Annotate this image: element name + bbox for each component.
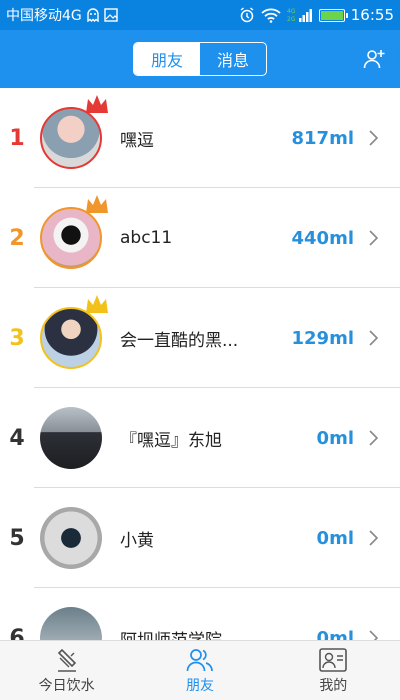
- water-amount: 440ml: [291, 227, 355, 249]
- nav-mine[interactable]: 我的: [267, 641, 400, 700]
- chevron-right-icon[interactable]: [368, 430, 378, 446]
- network-badge-top: 4G: [287, 8, 296, 15]
- chevron-right-icon[interactable]: [368, 530, 378, 546]
- water-amount: 817ml: [291, 127, 355, 149]
- chevron-right-icon[interactable]: [368, 230, 378, 246]
- friends-icon: [186, 647, 214, 673]
- rank-number: 1: [9, 125, 25, 151]
- nav-label-today-drink: 今日饮水: [38, 677, 95, 694]
- rank-number: 4: [9, 425, 25, 451]
- crown-icon: [86, 195, 108, 213]
- nav-label-friends: 朋友: [185, 677, 214, 694]
- signal-icon: 4G 2G: [287, 7, 313, 23]
- status-bar: 中国移动4G 4G 2G 16:55: [0, 0, 400, 30]
- friend-name: 『嘿逗』东旭: [120, 430, 222, 451]
- avatar[interactable]: [40, 507, 102, 569]
- clock: 16:55: [350, 6, 394, 24]
- ranking-row[interactable]: 1 嘿逗 817ml: [0, 88, 400, 188]
- segmented-control: 朋友 消息: [133, 42, 267, 76]
- carrier-label: 中国移动4G: [6, 8, 82, 24]
- profile-card-icon: [319, 647, 348, 673]
- crown-icon: [86, 95, 108, 113]
- avatar-wrap: [40, 95, 108, 169]
- chevron-right-icon[interactable]: [368, 330, 378, 346]
- ranking-list: 1 嘿逗 817ml 2 abc11 440ml 3 会一直酷的黑... 129ml 4 『嘿逗』东…: [0, 88, 400, 688]
- wifi-icon: [261, 8, 281, 23]
- rank-number: 5: [9, 525, 25, 551]
- battery-icon: [318, 8, 348, 22]
- tab-friends[interactable]: 朋友: [134, 43, 200, 75]
- bottom-nav: 今日饮水 朋友 我的: [0, 640, 400, 700]
- status-left: 中国移动4G: [6, 5, 118, 25]
- avatar-wrap: [40, 407, 102, 469]
- water-amount: 0ml: [316, 427, 354, 449]
- status-right: 4G 2G 16:55: [239, 6, 394, 24]
- avatar[interactable]: [40, 307, 102, 369]
- crown-icon: [86, 295, 108, 313]
- alarm-icon: [239, 7, 255, 23]
- water-amount: 0ml: [316, 527, 354, 549]
- friend-name: 小黄: [120, 530, 154, 551]
- avatar[interactable]: [40, 107, 102, 169]
- avatar-wrap: [40, 295, 108, 369]
- chevron-right-icon[interactable]: [368, 130, 378, 146]
- friend-name: 会一直酷的黑...: [120, 330, 239, 351]
- nav-label-mine: 我的: [319, 677, 348, 694]
- rank-number: 2: [9, 225, 25, 251]
- friend-name: abc11: [120, 228, 173, 248]
- friend-name: 嘿逗: [120, 130, 154, 151]
- avatar[interactable]: [40, 407, 102, 469]
- add-friend-icon[interactable]: [362, 47, 386, 71]
- image-icon: [104, 8, 118, 22]
- tab-messages[interactable]: 消息: [200, 43, 266, 75]
- svg-text:2G: 2G: [287, 16, 296, 23]
- rank-number: 3: [9, 325, 25, 351]
- nav-today-drink[interactable]: 今日饮水: [0, 641, 133, 700]
- ranking-row[interactable]: 2 abc11 440ml: [0, 188, 400, 288]
- ranking-row[interactable]: 5 小黄 0ml: [0, 488, 400, 588]
- ranking-row[interactable]: 4 『嘿逗』东旭 0ml: [0, 388, 400, 488]
- app-header: 朋友 消息: [0, 30, 400, 88]
- avatar-wrap: [40, 507, 102, 569]
- nav-friends[interactable]: 朋友: [133, 641, 266, 700]
- avatar[interactable]: [40, 207, 102, 269]
- drink-icon: [53, 647, 81, 673]
- ranking-row[interactable]: 3 会一直酷的黑... 129ml: [0, 288, 400, 388]
- avatar-wrap: [40, 195, 108, 269]
- ghost-icon: [86, 8, 100, 22]
- water-amount: 129ml: [291, 327, 355, 349]
